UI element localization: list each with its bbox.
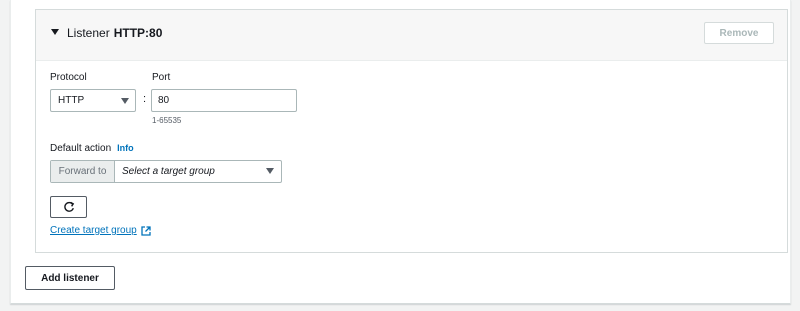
target-group-select[interactable]: Select a target group: [115, 161, 281, 182]
refresh-button[interactable]: [50, 196, 87, 218]
default-action-label-row: Default action Info: [50, 143, 134, 154]
add-listener-button[interactable]: Add listener: [25, 266, 115, 290]
target-group-placeholder: Select a target group: [122, 166, 215, 177]
port-label: Port: [152, 72, 171, 83]
listener-title: Listener HTTP:80: [67, 26, 162, 40]
port-separator: :: [143, 93, 147, 105]
listener-header[interactable]: Listener HTTP:80 Remove: [36, 10, 787, 61]
protocol-label: Protocol: [50, 72, 87, 83]
listeners-card: Listener HTTP:80 Remove Protocol Port HTT…: [10, 0, 791, 304]
create-target-group-label: Create target group: [50, 225, 137, 236]
default-action-label: Default action: [50, 143, 112, 154]
refresh-icon: [63, 201, 74, 212]
forward-to-label: Forward to: [51, 161, 115, 182]
protocol-select[interactable]: HTTP: [50, 89, 136, 112]
default-action-group: Forward to Select a target group: [50, 160, 282, 183]
caret-down-icon[interactable]: [51, 29, 59, 35]
listener-title-prefix: Listener: [67, 26, 110, 40]
chevron-down-icon: [266, 168, 274, 174]
info-link[interactable]: Info: [117, 143, 134, 153]
listener-panel: Listener HTTP:80 Remove Protocol Port HTT…: [35, 9, 788, 253]
external-link-icon: [141, 225, 151, 236]
chevron-down-icon: [121, 98, 129, 104]
protocol-select-value: HTTP: [58, 95, 85, 106]
remove-button[interactable]: Remove: [704, 22, 774, 44]
port-input[interactable]: [151, 89, 297, 112]
create-target-group-link[interactable]: Create target group: [50, 225, 151, 236]
port-hint: 1-65535: [152, 116, 182, 125]
listener-title-value: HTTP:80: [113, 26, 163, 40]
